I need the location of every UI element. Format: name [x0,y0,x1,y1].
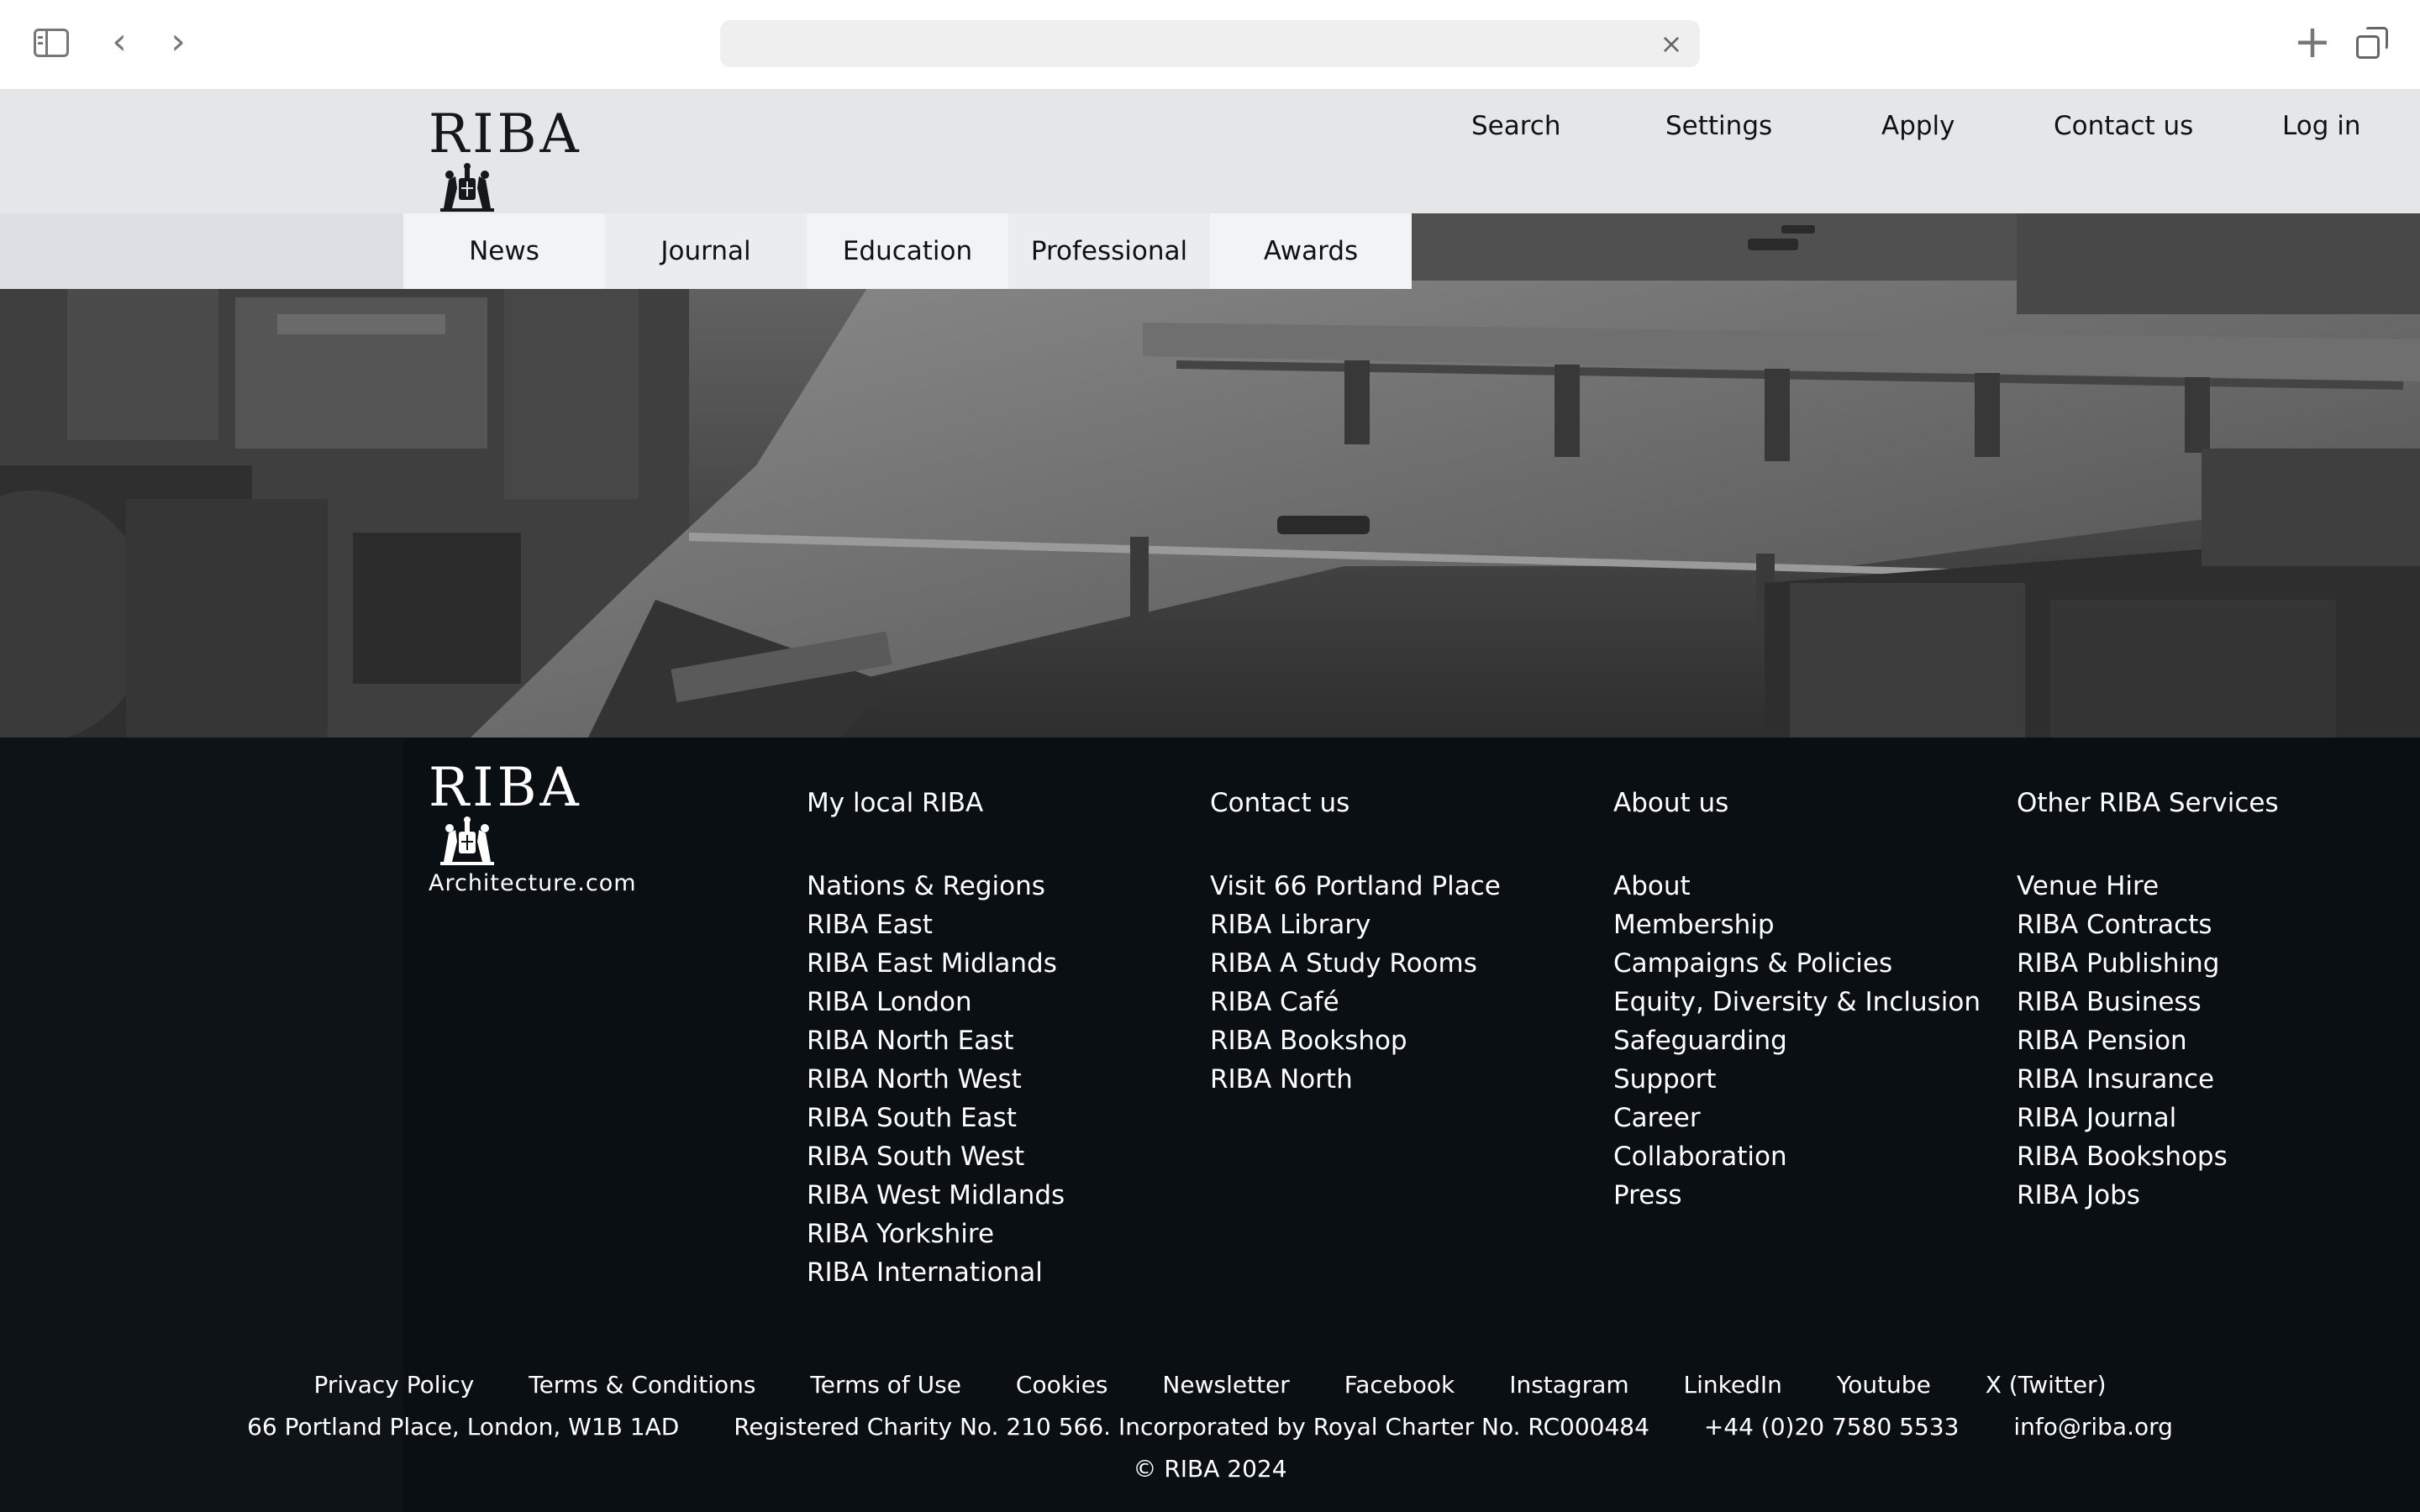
browser-toolbar: ‹ › × + [0,0,2420,89]
site-footer: RIBA Architecture.com My local RIBA Nati… [0,738,2420,1512]
footer-link[interactable]: RIBA South East [807,1099,1065,1137]
youtube-link[interactable]: Youtube [1837,1371,1931,1399]
log-in-link[interactable]: Log in [2282,111,2360,141]
footer-link[interactable]: RIBA Jobs [2017,1176,2279,1215]
footer-link[interactable]: RIBA Publishing [2017,944,2279,983]
footer-link[interactable]: RIBA Insurance [2017,1060,2279,1099]
footer-link[interactable]: RIBA West Midlands [807,1176,1065,1215]
contact-us-link[interactable]: Contact us [2054,111,2193,141]
footer-link[interactable]: Collaboration [1613,1137,1981,1176]
settings-link[interactable]: Settings [1665,111,1772,141]
footer-link[interactable]: Membership [1613,906,1981,944]
footer-link[interactable]: RIBA Library [1210,906,1501,944]
footer-link[interactable]: Campaigns & Policies [1613,944,1981,983]
tab-journal[interactable]: Journal [605,213,807,289]
footer-link[interactable]: RIBA North East [807,1021,1065,1060]
footer-link[interactable]: RIBA International [807,1253,1065,1292]
tab-professional[interactable]: Professional [1008,213,1210,289]
footer-link[interactable]: Nations & Regions [807,867,1065,906]
footer-link[interactable]: RIBA Bookshops [2017,1137,2279,1176]
footer-link[interactable]: RIBA Journal [2017,1099,2279,1137]
footer-col-other-services: Other RIBA Services Venue Hire RIBA Cont… [2017,786,2279,1215]
crest-icon [440,163,494,212]
copyright-row: © RIBA 2024 [202,1455,2218,1483]
legal-links: Privacy Policy Terms & Conditions Terms … [202,1371,2218,1399]
apply-link[interactable]: Apply [1881,111,1955,141]
footer-logo-subtitle: Architecture.com [429,870,637,896]
footer-link[interactable]: RIBA Contracts [2017,906,2279,944]
footer-col-heading: About us [1613,788,1729,818]
terms-of-use-link[interactable]: Terms of Use [810,1371,961,1399]
footer-link[interactable]: Visit 66 Portland Place [1210,867,1501,906]
footer-link[interactable]: RIBA Business [2017,983,2279,1021]
terms-conditions-link[interactable]: Terms & Conditions [529,1371,755,1399]
tab-education[interactable]: Education [807,213,1008,289]
footer-link[interactable]: RIBA Bookshop [1210,1021,1501,1060]
tab-overview-icon[interactable] [2356,27,2390,60]
main-nav: News Journal Education Professional Awar… [403,213,1412,289]
site-header: RIBA Architecture.com Search Setti [0,89,2420,243]
footer-link[interactable]: RIBA East Midlands [807,944,1065,983]
linkedin-link[interactable]: LinkedIn [1684,1371,1782,1399]
utility-nav: Search Settings Apply Contact us Log in [0,111,2420,153]
footer-link[interactable]: RIBA Café [1210,983,1501,1021]
back-arrow-icon[interactable]: ‹ [103,22,136,62]
footer-address: 66 Portland Place, London, W1B 1AD [247,1413,680,1441]
hero-cityscape-illustration [0,213,2420,738]
footer-link[interactable]: RIBA North West [807,1060,1065,1099]
footer-link[interactable]: RIBA London [807,983,1065,1021]
address-bar[interactable]: × [720,20,1700,67]
forward-arrow-icon[interactable]: › [161,22,195,62]
footer-crest-icon [440,816,494,865]
footer-link[interactable]: Venue Hire [2017,867,2279,906]
footer-link[interactable]: Support [1613,1060,1981,1099]
x-twitter-link[interactable]: X (Twitter) [1986,1371,2107,1399]
footer-link[interactable]: RIBA South West [807,1137,1065,1176]
footer-link[interactable]: Equity, Diversity & Inclusion [1613,983,1981,1021]
footer-col-heading: Contact us [1210,788,1350,818]
copyright: © RIBA 2024 [1133,1455,1287,1483]
footer-link[interactable]: RIBA A Study Rooms [1210,944,1501,983]
address-input[interactable] [720,20,1700,67]
footer-link[interactable]: RIBA Pension [2017,1021,2279,1060]
footer-email[interactable]: info@riba.org [2013,1413,2173,1441]
instagram-link[interactable]: Instagram [1509,1371,1628,1399]
footer-logo[interactable]: RIBA Architecture.com [429,761,637,896]
footer-link[interactable]: RIBA East [807,906,1065,944]
cookies-link[interactable]: Cookies [1016,1371,1108,1399]
footer-phone[interactable]: +44 (0)20 7580 5533 [1704,1413,1960,1441]
footer-link[interactable]: Press [1613,1176,1981,1215]
footer-charity: Registered Charity No. 210 566. Incorpor… [734,1413,1649,1441]
hero-image [0,213,2420,738]
clear-icon[interactable]: × [1656,29,1686,59]
footer-link[interactable]: About [1613,867,1981,906]
footer-col-local-riba: My local RIBA Nations & Regions RIBA Eas… [807,786,1065,1292]
footer-link[interactable]: Safeguarding [1613,1021,1981,1060]
footer-col-about-us: About us About Membership Campaigns & Po… [1613,786,1981,1215]
privacy-policy-link[interactable]: Privacy Policy [313,1371,474,1399]
footer-col-contact-us: Contact us Visit 66 Portland Place RIBA … [1210,786,1501,1099]
tab-awards[interactable]: Awards [1210,213,1412,289]
newsletter-link[interactable]: Newsletter [1162,1371,1289,1399]
footer-link[interactable]: RIBA North [1210,1060,1501,1099]
footer-col-heading: My local RIBA [807,788,984,818]
sidebar-toggle-icon[interactable] [34,29,69,57]
contact-info-row: 66 Portland Place, London, W1B 1AD Regis… [202,1413,2218,1441]
tab-news[interactable]: News [403,213,605,289]
search-link[interactable]: Search [1471,111,1561,141]
footer-link[interactable]: RIBA Yorkshire [807,1215,1065,1253]
footer-link[interactable]: Career [1613,1099,1981,1137]
footer-col-heading: Other RIBA Services [2017,788,2279,818]
facebook-link[interactable]: Facebook [1344,1371,1455,1399]
new-tab-icon[interactable]: + [2289,18,2336,66]
footer-logo-wordmark: RIBA [429,757,582,819]
nav-left-strip [0,213,403,289]
